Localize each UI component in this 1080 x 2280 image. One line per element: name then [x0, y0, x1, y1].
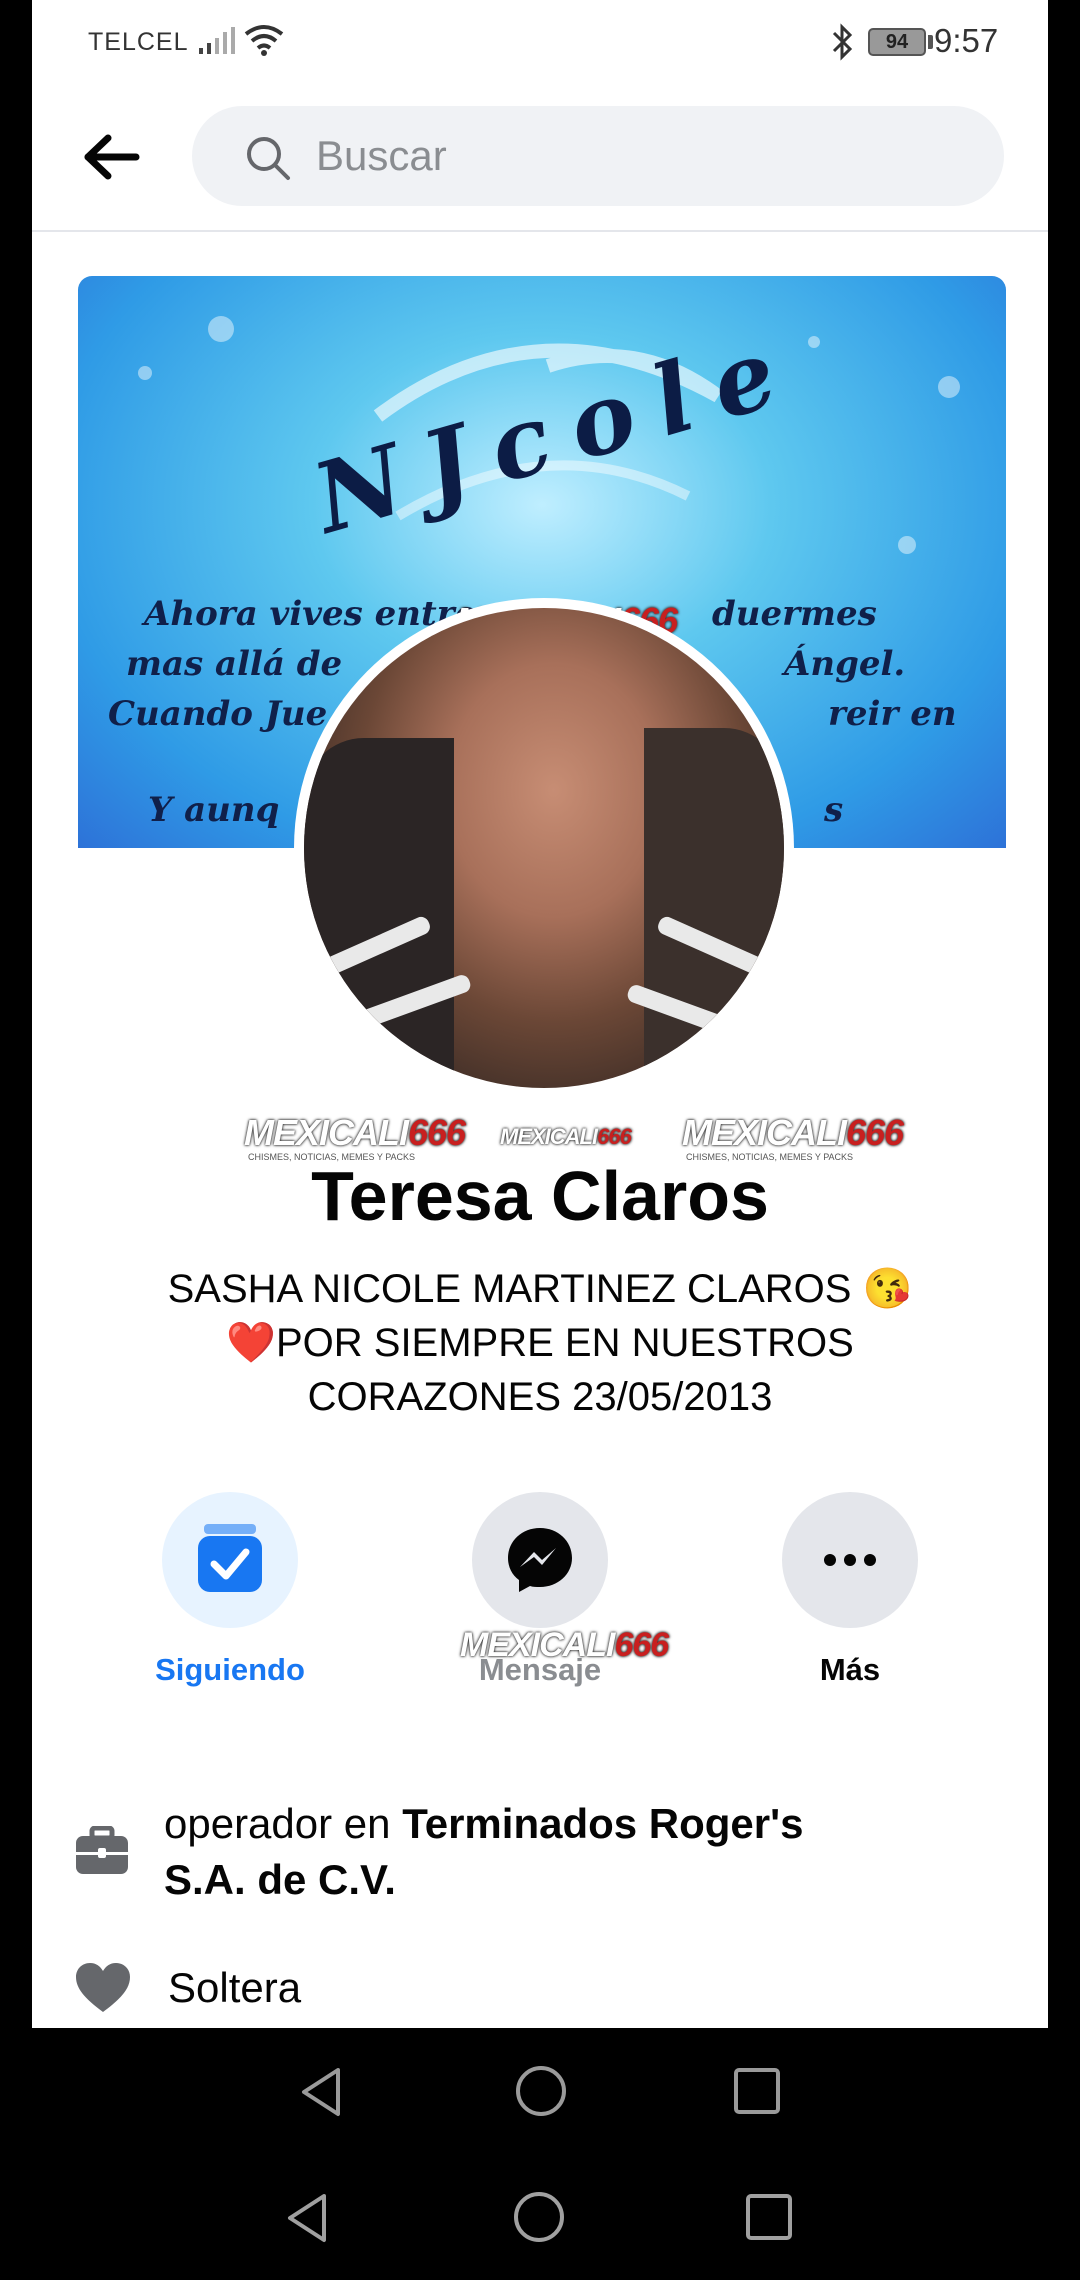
following-check-icon — [198, 1524, 262, 1592]
profile-bio: SASHA NICOLE MARTINEZ CLAROS 😘 ❤️POR SIE… — [92, 1262, 988, 1424]
following-label[interactable]: Siguiendo — [110, 1652, 350, 1688]
back-arrow-icon[interactable] — [82, 132, 142, 182]
profile-name: Teresa Claros — [311, 1157, 769, 1235]
cover-text-line: Cuando Jue — [108, 694, 328, 734]
watermark-brand: MEXICALI — [460, 1626, 615, 1664]
bio-line-3: CORAZONES 23/05/2013 — [307, 1375, 773, 1419]
work-company[interactable]: Terminados Roger's — [402, 1800, 803, 1847]
following-button[interactable] — [162, 1492, 298, 1628]
status-bar: TELCEL 94 9:57 — [32, 0, 1048, 84]
watermark-number: 666 — [846, 1112, 904, 1153]
work-company-cont[interactable]: S.A. de C.V. — [164, 1856, 396, 1903]
cover-text-line: Ángel. — [784, 644, 906, 684]
messenger-icon — [508, 1528, 572, 1592]
nav-back-icon[interactable] — [282, 2192, 334, 2244]
cover-text-line: s — [824, 790, 844, 830]
heart-emoji: ❤️ — [226, 1321, 276, 1365]
cover-text-line: Y aunq — [148, 790, 280, 830]
watermark: MEXICALI666 — [460, 1626, 669, 1665]
profile-photo — [304, 608, 784, 1088]
top-bar: Buscar — [32, 84, 1048, 232]
nav-home-icon[interactable] — [512, 2190, 566, 2244]
android-nav-bar-2 — [0, 2154, 1080, 2280]
battery-level: 94 — [885, 31, 909, 53]
battery-tip — [928, 35, 933, 49]
wifi-icon — [244, 25, 284, 56]
hair-left — [304, 738, 454, 1088]
work-prefix: operador en — [164, 1800, 403, 1847]
bio-line-2: ❤️POR SIEMPRE EN NUESTROS — [92, 1316, 988, 1370]
carrier-label: TELCEL — [88, 28, 189, 56]
watermark-brand: MEXICALI — [244, 1112, 409, 1153]
cover-text-line: duermes — [712, 594, 877, 634]
clock: 9:57 — [934, 22, 999, 59]
more-dots-icon — [824, 1554, 876, 1566]
watermark-number: 666 — [614, 1626, 669, 1664]
work-info-row: operador en Terminados Roger's S.A. de C… — [32, 1796, 1048, 1916]
signal-icon — [199, 27, 235, 54]
nav-recents-icon[interactable] — [732, 2066, 782, 2116]
profile-screen: TELCEL 94 9:57 Buscar NJcole Ahora vives… — [32, 0, 1048, 2028]
search-bar[interactable]: Buscar — [192, 106, 1004, 206]
watermark-brand: MEXICALI — [682, 1112, 847, 1153]
message-button[interactable] — [472, 1492, 608, 1628]
heart-icon — [76, 1963, 130, 2012]
profile-picture[interactable] — [294, 598, 794, 1098]
nav-home-icon[interactable] — [514, 2064, 568, 2118]
cover-text-line: reir en — [828, 694, 957, 734]
bio-line-2-text: POR SIEMPRE EN NUESTROS — [275, 1321, 854, 1365]
watermark: MEXICALI666 — [244, 1112, 466, 1154]
more-button[interactable] — [782, 1492, 918, 1628]
cover-text-line: mas allá de — [126, 644, 343, 684]
search-icon — [247, 137, 290, 180]
nav-back-icon[interactable] — [296, 2066, 348, 2118]
work-text: operador en Terminados Roger's S.A. de C… — [164, 1796, 803, 1908]
bio-line-1: SASHA NICOLE MARTINEZ CLAROS 😘 — [167, 1267, 913, 1311]
watermark-number: 666 — [408, 1112, 466, 1153]
relationship-info-row: Soltera — [32, 1960, 1048, 2028]
android-nav-bar-1 — [0, 2028, 1080, 2154]
search-placeholder: Buscar — [316, 132, 447, 179]
watermark-number: 666 — [597, 1124, 632, 1149]
watermark: MEXICALI666 — [500, 1124, 632, 1150]
bluetooth-icon — [832, 23, 853, 61]
battery-icon: 94 — [868, 28, 926, 56]
relationship-text: Soltera — [168, 1964, 302, 2011]
watermark: MEXICALI666 — [682, 1112, 904, 1154]
watermark-brand: MEXICALI — [500, 1124, 598, 1149]
more-label[interactable]: Más — [730, 1652, 970, 1688]
nav-recents-icon[interactable] — [744, 2192, 794, 2242]
briefcase-icon — [76, 1826, 128, 1874]
